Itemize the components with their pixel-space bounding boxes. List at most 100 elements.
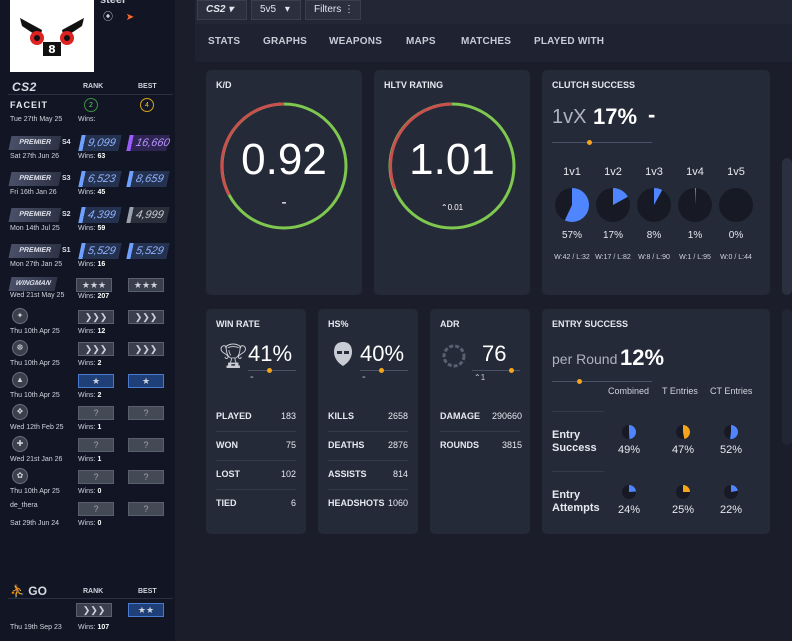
adr-card: ADR 76 ⌃1 DAMAGE 290660 ROUNDS 3815 bbox=[430, 309, 530, 534]
mode-select[interactable]: 5v5 ▾ bbox=[251, 0, 301, 20]
clutch-label: 1v4 bbox=[686, 166, 704, 178]
csgo-date: Thu 19th Sep 23 bbox=[10, 624, 62, 631]
best-header: BEST bbox=[138, 83, 157, 90]
map-best-emblem: ★ bbox=[128, 374, 164, 388]
filters-button[interactable]: Filters ⋮ bbox=[305, 0, 361, 20]
stat-label: DEATHS bbox=[328, 440, 365, 450]
divider bbox=[328, 489, 408, 490]
map-icon: ☸ bbox=[12, 340, 28, 356]
tab-matches[interactable]: MATCHES bbox=[461, 36, 511, 47]
chevron-down-icon: ▾ bbox=[284, 4, 290, 15]
premier-best-rating: 4,999 bbox=[126, 207, 170, 223]
entry-pie bbox=[622, 425, 636, 444]
premier-rating: 4,399 bbox=[78, 207, 122, 223]
premier-wins: Wins: 16 bbox=[78, 261, 106, 268]
clutch-pct: 0% bbox=[728, 230, 744, 241]
stat-value: 2876 bbox=[387, 440, 408, 450]
toolbar: CS2 ▾ 5v5 ▾ Filters ⋮ bbox=[195, 0, 792, 24]
premier-badge: PREMIER bbox=[8, 172, 62, 186]
csgo-rank-header: RANK bbox=[83, 588, 104, 595]
season-label: S1 bbox=[62, 247, 71, 254]
avatar[interactable]: 8 bbox=[10, 0, 94, 72]
wingman-date: Wed 21st May 25 bbox=[10, 292, 65, 299]
clutch-value: 17% bbox=[593, 104, 638, 129]
wingman-rank-emblem: ★★★ bbox=[76, 278, 112, 292]
map-wins: Wins: 0 bbox=[78, 488, 102, 495]
adr-value: 76 bbox=[482, 341, 507, 366]
rank-header: RANK bbox=[83, 83, 104, 90]
map-wins: Wins: 12 bbox=[78, 328, 106, 335]
stat-value: 75 bbox=[285, 440, 296, 450]
map-rank-emblem: ? bbox=[78, 502, 114, 516]
divider bbox=[216, 489, 296, 490]
stat-value: 1060 bbox=[387, 498, 408, 508]
stat-label: TIED bbox=[216, 498, 237, 508]
premier-best-rating: 5,529 bbox=[126, 243, 170, 259]
divider bbox=[360, 370, 408, 371]
clutch-label: 1v1 bbox=[563, 166, 581, 178]
entry-value: 12% bbox=[620, 345, 665, 370]
hs-title: HS% bbox=[328, 319, 349, 329]
map-best-emblem: ? bbox=[128, 502, 164, 516]
trophy-icon: 🏆︎ bbox=[218, 343, 249, 370]
faceit-label: FACEIT bbox=[10, 100, 49, 110]
stat-label: PLAYED bbox=[216, 411, 252, 421]
wingman-badge: WINGMAN bbox=[8, 277, 58, 291]
faceit-level-badge: 2 bbox=[84, 98, 98, 112]
map-icon: ❖ bbox=[12, 404, 28, 420]
wingman-best-emblem: ★★★ bbox=[128, 278, 164, 292]
tab-graphs[interactable]: GRAPHS bbox=[263, 36, 307, 47]
map-date: Sat 29th Jun 24 bbox=[10, 520, 60, 527]
cs2-logo: CS2 bbox=[12, 80, 37, 94]
map-rank-emblem: ★ bbox=[78, 374, 114, 388]
season-label: S3 bbox=[62, 175, 71, 182]
hs-value: 40% bbox=[360, 341, 405, 366]
premier-badge: PREMIER bbox=[8, 136, 62, 150]
steam-icon[interactable]: ⦿ bbox=[102, 12, 114, 24]
entry-prefix: per Round bbox=[552, 351, 618, 367]
csgo-rank-emblem: ❯❯❯ bbox=[76, 603, 112, 617]
faceit-date: Tue 27th May 25 bbox=[10, 116, 63, 123]
stat-value: 102 bbox=[280, 469, 296, 479]
kd-title: K/D bbox=[216, 80, 232, 90]
game-select[interactable]: CS2 ▾ bbox=[197, 0, 247, 20]
hltv-title: HLTV RATING bbox=[384, 80, 444, 90]
clutch-wl: W:1 / L:95 bbox=[679, 254, 711, 261]
map-date: Thu 10th Apr 25 bbox=[10, 392, 60, 399]
side-card-partial bbox=[782, 309, 792, 445]
clutch-label: 1v5 bbox=[727, 166, 745, 178]
entry-pie bbox=[676, 425, 690, 444]
premier-rating: 6,523 bbox=[78, 171, 122, 187]
map-name: de_thera bbox=[10, 502, 38, 509]
stat-value: 814 bbox=[392, 469, 408, 479]
clutch-wl: W:42 / L:32 bbox=[554, 254, 590, 261]
clutch-title: CLUTCH SUCCESS bbox=[552, 80, 636, 90]
clutch-wl: W:8 / L:90 bbox=[638, 254, 670, 261]
tab-maps[interactable]: MAPS bbox=[406, 36, 436, 47]
season-label: S4 bbox=[62, 139, 71, 146]
faceit-link-icon[interactable]: ➤ bbox=[124, 12, 136, 24]
chevron-down-icon: ▾ bbox=[228, 4, 234, 15]
premier-wins: Wins: 45 bbox=[78, 189, 106, 196]
winrate-card: WIN RATE 🏆︎ 41% - PLAYED 183 WON 75 LOST 102 T… bbox=[206, 309, 306, 534]
premier-badge: PREMIER bbox=[8, 208, 62, 222]
profile-name: steel bbox=[100, 0, 126, 6]
clutch-pct: 8% bbox=[646, 230, 662, 241]
tab-weapons[interactable]: WEAPONS bbox=[329, 36, 382, 47]
csgo-wins: Wins: 107 bbox=[78, 624, 110, 631]
csgo-best-emblem: ★★ bbox=[128, 603, 164, 617]
clutch-wl: W:0 / L:44 bbox=[720, 254, 752, 261]
entry-title: ENTRY SUCCESS bbox=[552, 319, 629, 329]
clutch-label: 1v3 bbox=[645, 166, 663, 178]
csgo-best-header: BEST bbox=[138, 588, 157, 595]
tab-played-with[interactable]: PLAYED WITH bbox=[534, 36, 604, 47]
clutch-pie bbox=[719, 188, 753, 227]
arrow-up-icon: ⌃ bbox=[474, 373, 481, 382]
faceit-best-level-badge: 4 bbox=[140, 98, 154, 112]
clutch-pct: 17% bbox=[602, 230, 623, 241]
premier-rating: 9,099 bbox=[78, 135, 122, 151]
clutch-pie bbox=[678, 188, 712, 227]
tab-stats[interactable]: STATS bbox=[208, 36, 240, 47]
clutch-pie bbox=[637, 188, 671, 227]
kd-card: K/D 0.92 - bbox=[206, 70, 362, 295]
